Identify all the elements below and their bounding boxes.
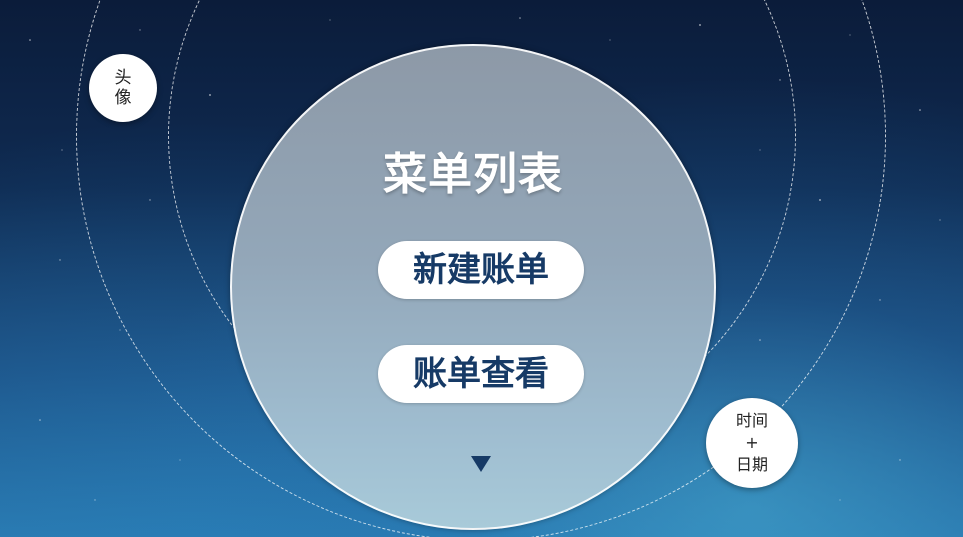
triangle-down-icon[interactable]: [471, 456, 491, 472]
datetime-time-label: 时间: [735, 411, 768, 430]
avatar-label: 头像: [114, 68, 132, 108]
datetime-date-label: 日期: [735, 455, 768, 474]
menu-title: 菜单列表: [383, 149, 563, 200]
new-bill-button[interactable]: 新建账单: [378, 241, 584, 299]
menu-panel: 菜单列表 新建账单 账单查看: [230, 44, 716, 530]
app-screen: 菜单列表 新建账单 账单查看 头像 时间 + 日期: [0, 0, 963, 537]
datetime-badge: 时间 + 日期: [706, 398, 798, 488]
avatar[interactable]: 头像: [89, 54, 157, 122]
view-bill-button[interactable]: 账单查看: [378, 345, 584, 403]
datetime-plus-label: +: [745, 433, 759, 452]
